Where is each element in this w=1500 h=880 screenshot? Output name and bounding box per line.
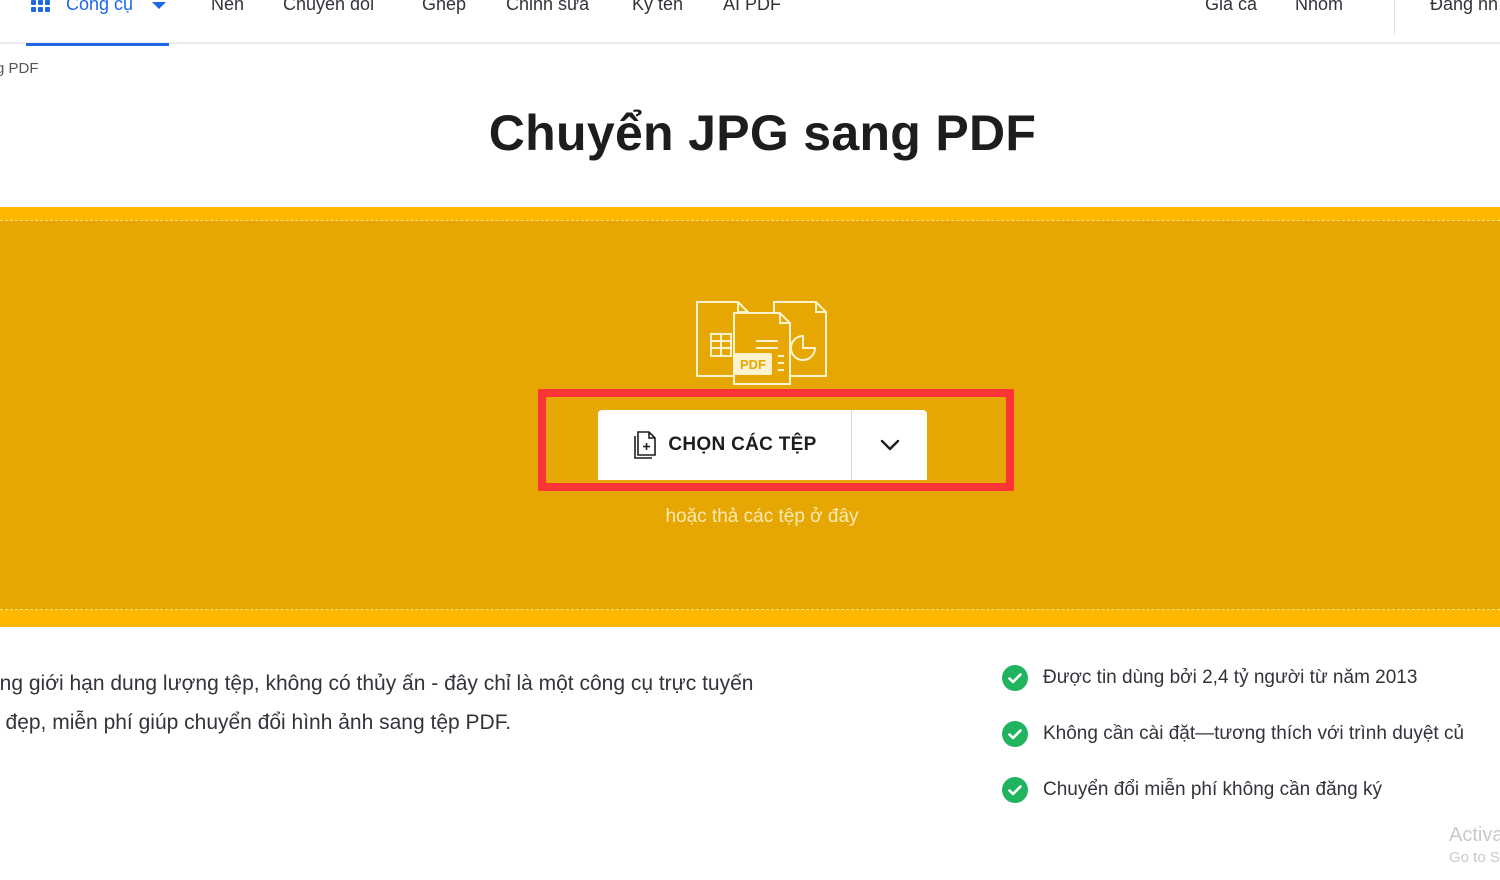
feature-item: Không cần cài đặt—tương thích với trình …	[1002, 718, 1500, 774]
drop-hint-text: hoặc thả các tệp ở đây	[665, 506, 859, 527]
file-types-illustration: PDF	[696, 301, 827, 385]
check-circle-icon	[1002, 721, 1028, 747]
windows-activation-watermark: Activa Go to S	[1449, 824, 1500, 866]
nav-divider	[1394, 0, 1395, 34]
breadcrumb[interactable]: g PDF	[0, 60, 39, 77]
description-line-1: ông giới hạn dung lượng tệp, không có th…	[0, 672, 754, 695]
nav-item-pricing[interactable]: Giá cả	[1205, 0, 1257, 15]
annotation-highlight-box	[538, 389, 1014, 491]
nav-tools-label: Công cụ	[66, 0, 134, 14]
pdf-badge-label: PDF	[740, 357, 766, 372]
nav-item-convert[interactable]: Chuyển đổi	[283, 0, 374, 15]
feature-item: Chuyển đổi miễn phí không cần đăng ký	[1002, 774, 1500, 830]
nav-item-ai-pdf[interactable]: AI PDF	[723, 0, 781, 15]
top-nav-bar: Công cụ Nén Chuyển đổi Ghép Chỉnh sửa Ký…	[0, 0, 1500, 46]
feature-text: Được tin dùng bởi 2,4 tỷ người từ năm 20…	[1043, 667, 1418, 688]
nav-item-compress[interactable]: Nén	[211, 0, 244, 15]
page-title: Chuyển JPG sang PDF	[488, 105, 1037, 161]
nav-item-edit[interactable]: Chỉnh sửa	[506, 0, 589, 15]
nav-item-merge[interactable]: Ghép	[422, 0, 466, 15]
feature-list: Được tin dùng bởi 2,4 tỷ người từ năm 20…	[1002, 662, 1500, 830]
tool-description: ông giới hạn dung lượng tệp, không có th…	[0, 664, 868, 742]
check-circle-icon	[1002, 665, 1028, 691]
feature-item: Được tin dùng bởi 2,4 tỷ người từ năm 20…	[1002, 662, 1500, 718]
nav-item-teams[interactable]: Nhóm	[1295, 0, 1343, 15]
active-tab-indicator	[26, 43, 169, 46]
check-circle-icon	[1002, 777, 1028, 803]
nav-item-sign[interactable]: Ký tên	[632, 0, 683, 15]
feature-text: Chuyển đổi miễn phí không cần đăng ký	[1043, 779, 1383, 800]
grid-apps-icon	[31, 0, 53, 14]
description-line-2: h đẹp, miễn phí giúp chuyển đổi hình ảnh…	[0, 711, 512, 734]
login-link[interactable]: Đăng nh	[1430, 0, 1498, 15]
watermark-line-1: Activa	[1449, 824, 1500, 846]
nav-tools-menu[interactable]: Công cụ	[26, 0, 169, 46]
feature-text: Không cần cài đặt—tương thích với trình …	[1043, 723, 1465, 744]
watermark-line-2: Go to S	[1449, 849, 1500, 866]
caret-down-icon	[152, 2, 166, 9]
